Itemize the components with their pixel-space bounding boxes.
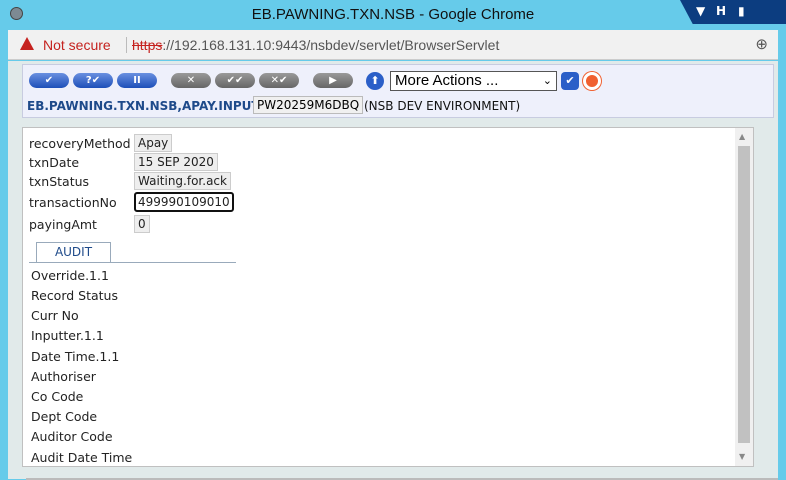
next-button[interactable]: ▶ — [313, 73, 353, 88]
field-label: payingAmt — [29, 217, 97, 232]
up-arrow-icon[interactable]: ⬆ — [366, 72, 384, 90]
divider — [126, 37, 127, 53]
audit-item: Date Time.1.1 — [31, 349, 120, 364]
audit-item: Auditor Code — [31, 429, 113, 444]
url-path: ://192.168.131.10:9443/nsbdev/servlet/Br… — [162, 37, 500, 53]
warning-icon — [20, 37, 34, 50]
environment-label: (NSB DEV ENVIRONMENT) — [364, 99, 521, 113]
scrollbar-thumb[interactable] — [738, 146, 750, 443]
txn-status-value: Waiting.for.ack — [134, 172, 231, 190]
zoom-icon[interactable]: ⊕ — [755, 35, 768, 53]
more-actions-select[interactable]: More Actions ... ⌄ — [390, 71, 557, 91]
audit-item: Co Code — [31, 389, 84, 404]
txn-date-value: 15 SEP 2020 — [134, 153, 218, 171]
dropdown-icon[interactable]: ▼ — [696, 4, 705, 18]
audit-item: Override.1.1 — [31, 268, 109, 283]
security-status[interactable]: Not secure — [43, 37, 111, 53]
commit-button[interactable]: ✔ — [29, 73, 69, 88]
tab-divider — [29, 262, 236, 263]
recovery-method-value: Apay — [134, 134, 173, 152]
paying-amt-value: 0 — [134, 215, 150, 233]
audit-item: Record Status — [31, 288, 118, 303]
pin-icon[interactable]: H — [716, 4, 726, 18]
tab-audit[interactable]: AUDIT — [36, 242, 111, 262]
address-bar[interactable]: Not secure https://192.168.131.10:9443/n… — [8, 30, 778, 60]
form-panel: recoveryMethod Apay txnDate 15 SEP 2020 … — [22, 127, 754, 467]
chevron-down-icon: ⌄ — [542, 75, 552, 87]
field-label: transactionNo — [29, 195, 117, 210]
authorise-button[interactable]: ✔✔ — [215, 73, 255, 88]
scroll-down-arrow-icon[interactable]: ▼ — [739, 452, 745, 461]
audit-item: Audit Date Time — [31, 450, 133, 465]
go-button[interactable]: ✔ — [561, 72, 579, 90]
reverse-button[interactable]: ✕✔ — [259, 73, 299, 88]
transaction-no-input[interactable]: 499990109010 — [134, 192, 234, 212]
toolbar: ✔ ?✔ II ✕ ✔✔ ✕✔ ▶ ⬆ More Actions ... ⌄ ✔ … — [22, 64, 774, 118]
transaction-id: PW20259M6DBQ — [253, 96, 364, 114]
application-name: EB.PAWNING.TXN.NSB,APAY.INPUT — [27, 99, 260, 113]
url-scheme: https — [132, 37, 163, 53]
window-title: EB.PAWNING.TXN.NSB - Google Chrome — [251, 6, 535, 23]
audit-item: Inputter.1.1 — [31, 328, 104, 343]
url[interactable]: https://192.168.131.10:9443/nsbdev/servl… — [132, 37, 499, 53]
validate-button[interactable]: ?✔ — [73, 73, 113, 88]
field-label: txnStatus — [29, 174, 90, 189]
delete-button[interactable]: ✕ — [171, 73, 211, 88]
audit-item: Dept Code — [31, 409, 98, 424]
system-tray: ▼ H ▮ — [680, 0, 786, 24]
signal-icon: ▮ — [738, 4, 745, 18]
title-bar: EB.PAWNING.TXN.NSB - Google Chrome ▼ H ▮ — [0, 0, 786, 30]
help-lifebuoy-icon[interactable] — [583, 72, 601, 90]
hold-button[interactable]: II — [117, 73, 157, 88]
field-label: recoveryMethod — [29, 136, 131, 151]
field-label: txnDate — [29, 155, 80, 170]
vertical-scrollbar[interactable]: ▲ ▼ — [735, 128, 753, 466]
more-actions-value: More Actions ... — [395, 72, 499, 89]
scroll-up-arrow-icon[interactable]: ▲ — [739, 132, 745, 141]
audit-item: Curr No — [31, 308, 79, 323]
audit-item: Authoriser — [31, 369, 96, 384]
page: ✔ ?✔ II ✕ ✔✔ ✕✔ ▶ ⬆ More Actions ... ⌄ ✔ … — [8, 61, 778, 480]
